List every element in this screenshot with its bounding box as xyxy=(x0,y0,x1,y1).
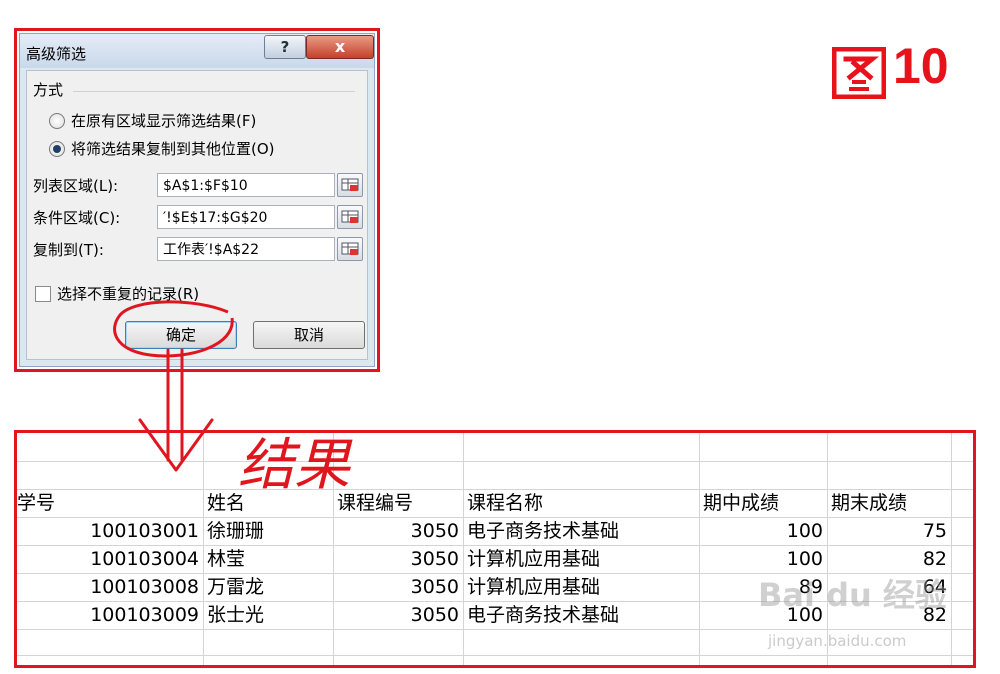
radio-copy-to-location[interactable] xyxy=(49,141,65,157)
header-course-name[interactable]: 课程名称 xyxy=(467,490,543,516)
cell-midterm[interactable]: 100 xyxy=(699,546,823,572)
cell-course-code[interactable]: 3050 xyxy=(333,518,459,544)
list-range-input[interactable]: $A$1:$F$10 xyxy=(157,173,335,197)
cell-course-name[interactable]: 计算机应用基础 xyxy=(467,574,600,600)
help-button[interactable]: ? xyxy=(264,35,306,59)
criteria-range-input[interactable]: ′!$E$17:$G$20 xyxy=(157,205,335,229)
criteria-range-label: 条件区域(C): xyxy=(33,209,121,227)
list-range-label: 列表区域(L): xyxy=(33,177,119,195)
range-select-icon xyxy=(341,210,359,223)
col-gridline xyxy=(463,433,464,665)
cell-course-name[interactable]: 电子商务技术基础 xyxy=(467,602,619,628)
cell-name[interactable]: 林莹 xyxy=(207,546,245,572)
unique-records-label[interactable]: 选择不重复的记录(R) xyxy=(57,283,199,304)
row-gridline xyxy=(17,629,973,630)
header-student-id[interactable]: 学号 xyxy=(17,490,55,516)
cell-course-code[interactable]: 3050 xyxy=(333,546,459,572)
col-gridline xyxy=(203,433,204,665)
criteria-range-collapse-button[interactable] xyxy=(337,205,363,229)
mode-group-label: 方式 xyxy=(33,81,64,99)
row-gridline xyxy=(17,655,973,656)
radio-show-in-place-label[interactable]: 在原有区域显示筛选结果(F) xyxy=(71,110,256,131)
close-button[interactable]: x xyxy=(306,35,374,59)
row-gridline xyxy=(17,461,973,462)
dialog-frame: 高级筛选 ? x 方式 在原有区域显示筛选结果(F) 将筛选结果复制到其他位置(… xyxy=(19,33,375,367)
cell-student-id[interactable]: 100103009 xyxy=(17,602,199,628)
figure-logo-icon xyxy=(832,47,886,99)
baidu-watermark: Bai du 经验 xyxy=(758,576,947,614)
dialog-title: 高级筛选 xyxy=(26,45,87,63)
copy-to-collapse-button[interactable] xyxy=(337,237,363,261)
header-midterm[interactable]: 期中成绩 xyxy=(703,490,779,516)
range-select-icon xyxy=(341,242,359,255)
cell-student-id[interactable]: 100103001 xyxy=(17,518,199,544)
cell-course-name[interactable]: 计算机应用基础 xyxy=(467,546,600,572)
cell-course-code[interactable]: 3050 xyxy=(333,602,459,628)
unique-records-checkbox[interactable] xyxy=(35,286,51,302)
ok-button[interactable]: 确定 xyxy=(125,321,237,349)
col-gridline xyxy=(951,433,952,665)
radio-copy-to-location-label[interactable]: 将筛选结果复制到其他位置(O) xyxy=(71,138,275,159)
cell-final[interactable]: 75 xyxy=(827,518,947,544)
baidu-watermark-url: jingyan.baidu.com xyxy=(768,632,907,650)
cell-final[interactable]: 82 xyxy=(827,546,947,572)
cell-course-name[interactable]: 电子商务技术基础 xyxy=(467,518,619,544)
advanced-filter-dialog: 高级筛选 ? x 方式 在原有区域显示筛选结果(F) 将筛选结果复制到其他位置(… xyxy=(14,28,380,372)
cell-course-code[interactable]: 3050 xyxy=(333,574,459,600)
close-icon: x xyxy=(334,37,346,56)
cell-name[interactable]: 徐珊珊 xyxy=(207,518,264,544)
radio-show-in-place[interactable] xyxy=(49,113,65,129)
cell-name[interactable]: 万雷龙 xyxy=(207,574,264,600)
cell-student-id[interactable]: 100103008 xyxy=(17,574,199,600)
group-divider xyxy=(73,91,355,92)
cancel-button[interactable]: 取消 xyxy=(253,321,365,349)
copy-to-input[interactable]: 工作表′!$A$22 xyxy=(157,237,335,261)
figure-number: 10 xyxy=(893,38,949,94)
header-final[interactable]: 期末成绩 xyxy=(831,490,907,516)
list-range-collapse-button[interactable] xyxy=(337,173,363,197)
range-select-icon xyxy=(341,178,359,191)
dialog-body: 方式 在原有区域显示筛选结果(F) 将筛选结果复制到其他位置(O) 列表区域(L… xyxy=(26,70,368,360)
handwritten-result-annotation: 结果 xyxy=(238,433,350,498)
copy-to-label: 复制到(T): xyxy=(33,241,104,259)
dialog-titlebar[interactable]: 高级筛选 ? x xyxy=(20,34,374,68)
cell-student-id[interactable]: 100103004 xyxy=(17,546,199,572)
cell-name[interactable]: 张士光 xyxy=(207,602,264,628)
cell-midterm[interactable]: 100 xyxy=(699,518,823,544)
